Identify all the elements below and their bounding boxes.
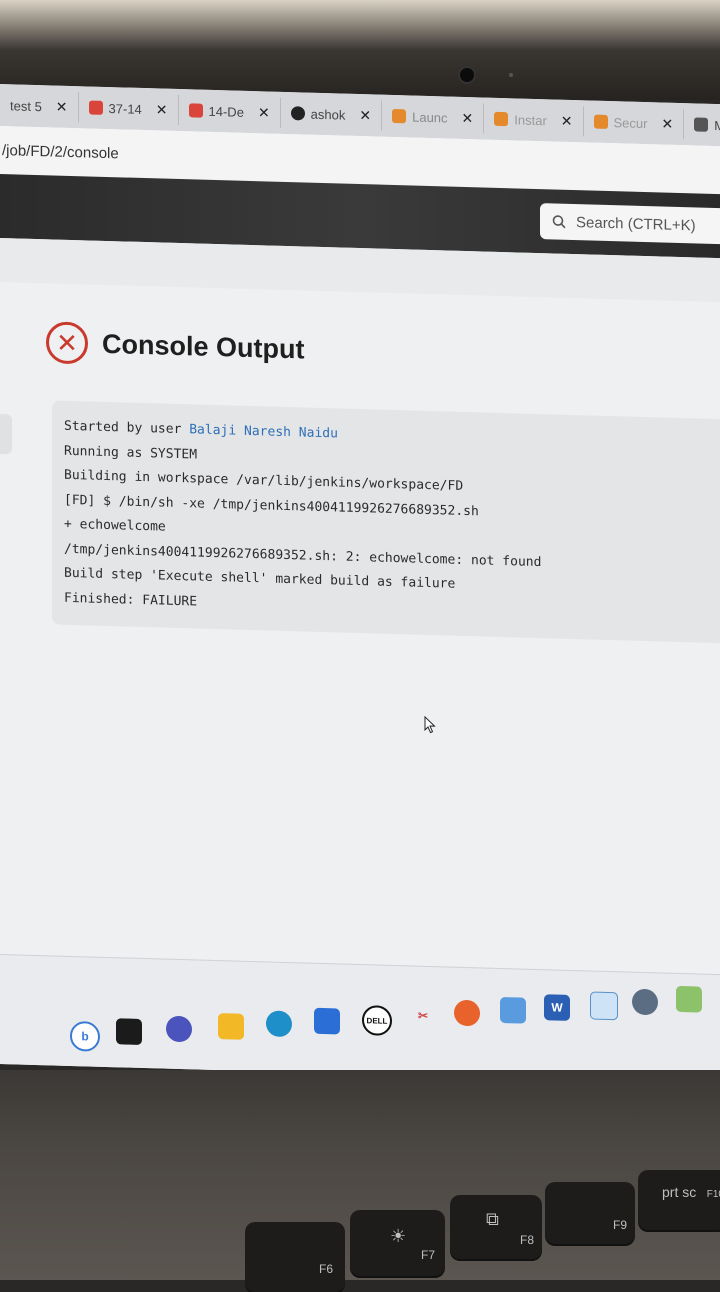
store-icon[interactable]: [314, 1007, 340, 1035]
webcam-light: [509, 73, 513, 77]
browser-tab[interactable]: Instar ✕: [484, 103, 584, 137]
dell-icon[interactable]: DELL: [362, 1005, 392, 1036]
browser-tab[interactable]: Ma: [684, 109, 720, 141]
search-placeholder: Search (CTRL+K): [576, 213, 696, 234]
tab-label: 14-De: [208, 103, 244, 120]
tab-label: Instar: [514, 111, 547, 128]
close-icon[interactable]: ✕: [359, 107, 371, 124]
tab-label: Secur: [613, 114, 648, 131]
key-label: prt sc: [662, 1184, 697, 1200]
key-label: F10: [706, 1189, 720, 1200]
aws-icon: [494, 111, 509, 127]
browser-tab[interactable]: Secur ✕: [583, 106, 685, 140]
page-title: Console Output: [102, 328, 305, 365]
keyboard-key: F9: [545, 1182, 635, 1244]
failure-x-icon: ✕: [46, 321, 88, 365]
pdf-icon: [88, 100, 103, 115]
pdf-icon: [188, 103, 203, 118]
edge-icon[interactable]: [266, 1010, 292, 1038]
tab-label: ashok: [310, 106, 346, 123]
close-icon[interactable]: ✕: [462, 109, 474, 126]
task-view-icon[interactable]: [116, 1018, 142, 1045]
remote-desktop-icon[interactable]: [500, 996, 526, 1024]
keyboard-key: ⧉ F8: [450, 1195, 542, 1259]
keyboard-key: prt sc F10: [638, 1170, 720, 1230]
paint-icon[interactable]: [676, 985, 702, 1013]
console-output: Started by user Balaji Naresh Naidu Runn…: [52, 400, 720, 645]
settings-icon[interactable]: [632, 988, 658, 1016]
url-text[interactable]: /job/FD/2/console: [2, 142, 119, 162]
webcam: [458, 66, 476, 84]
browser-tab[interactable]: ashok ✕: [280, 97, 383, 131]
file-explorer-icon[interactable]: [218, 1013, 244, 1040]
notepad-icon[interactable]: [590, 991, 618, 1021]
snipping-tool-icon[interactable]: ✂: [410, 1002, 436, 1029]
tab-label: test 5: [10, 97, 42, 114]
close-icon[interactable]: ✕: [661, 115, 673, 132]
tab-label: Ma: [714, 117, 720, 133]
console-text: Started by user: [64, 418, 190, 438]
laptop-keyboard: F6 ☀ F7 ⧉ F8 F9 prt sc F10: [0, 1070, 720, 1292]
firefox-icon[interactable]: [454, 999, 480, 1027]
laptop-bezel-top: [0, 0, 720, 100]
browser-tab[interactable]: Launc ✕: [382, 100, 485, 134]
display-switch-icon: ⧉: [486, 1209, 499, 1229]
word-icon[interactable]: W: [544, 994, 570, 1021]
teams-icon[interactable]: [166, 1015, 192, 1043]
browser-tab[interactable]: test 5 ✕: [0, 90, 79, 123]
user-link[interactable]: Balaji Naresh Naidu: [189, 422, 338, 441]
taskbar: b DELL ✂ W: [0, 954, 720, 1085]
aws-icon: [392, 108, 407, 124]
brightness-icon: ☀: [390, 1226, 407, 1246]
mouse-cursor-icon: [424, 715, 436, 734]
close-icon[interactable]: ✕: [561, 112, 573, 129]
page-heading: ✕ Console Output: [46, 321, 304, 370]
search-box[interactable]: Search (CTRL+K): [540, 203, 720, 245]
close-icon[interactable]: ✕: [56, 98, 68, 115]
close-icon[interactable]: ✕: [156, 101, 168, 118]
mail-icon: [694, 117, 709, 132]
key-label: F8: [519, 1233, 534, 1247]
key-label: F9: [612, 1218, 627, 1232]
tab-label: Launc: [412, 109, 448, 126]
keyboard-key: F6: [245, 1222, 345, 1292]
github-icon: [290, 106, 305, 121]
key-label: F6: [318, 1262, 333, 1276]
close-icon[interactable]: ✕: [258, 104, 270, 121]
keyboard-key: ☀ F7: [350, 1210, 445, 1276]
browser-tab[interactable]: 14-De ✕: [178, 94, 281, 128]
aws-icon: [593, 114, 608, 129]
laptop-screen: test 5 ✕ 37-14 ✕ 14-De ✕ ashok ✕ Launc ✕…: [0, 84, 720, 1085]
tab-label: 37-14: [108, 100, 142, 117]
key-label: F7: [420, 1248, 435, 1262]
side-panel-tab[interactable]: [0, 413, 12, 455]
search-icon: [552, 215, 566, 229]
browser-tab[interactable]: 37-14 ✕: [78, 92, 179, 125]
bing-icon[interactable]: b: [70, 1020, 100, 1052]
